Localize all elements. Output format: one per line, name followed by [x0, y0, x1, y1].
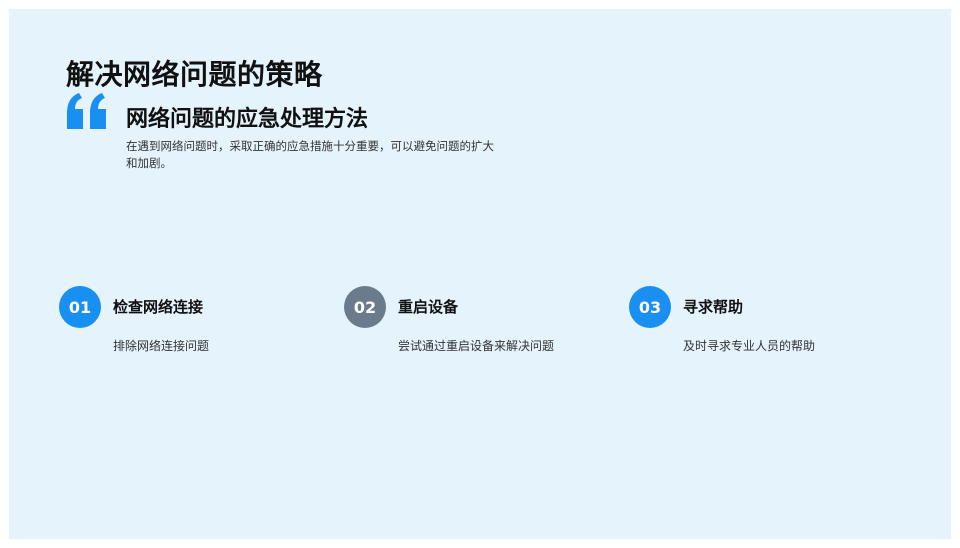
- step-description: 及时寻求专业人员的帮助: [683, 339, 816, 353]
- step-description: 尝试通过重启设备来解决问题: [398, 339, 555, 353]
- page-title: 解决网络问题的策略: [66, 58, 323, 91]
- step-title: 检查网络连接: [113, 298, 204, 316]
- section-subtitle: 网络问题的应急处理方法: [126, 107, 369, 132]
- step-title: 寻求帮助: [683, 298, 744, 316]
- section-description: 在遇到网络问题时，采取正确的应急措施十分重要，可以避免问题的扩大和加剧。: [126, 139, 494, 170]
- step-title: 重启设备: [398, 298, 459, 316]
- slide: 解决网络问题的策略 网络问题的应急处理方法 在遇到网络问题时，采取正确的应急措施…: [9, 9, 951, 539]
- step-number-badge: 03: [629, 286, 671, 328]
- step-description: 排除网络连接问题: [113, 339, 210, 353]
- step-number-badge: 02: [344, 286, 386, 328]
- quote-icon: [67, 93, 106, 129]
- step-number-badge: 01: [59, 286, 101, 328]
